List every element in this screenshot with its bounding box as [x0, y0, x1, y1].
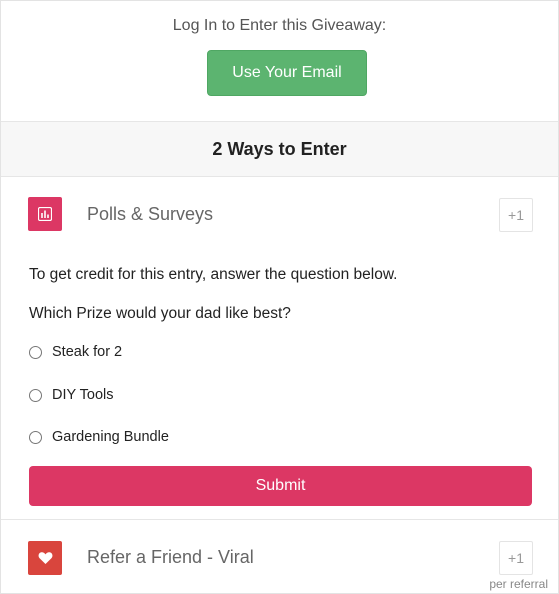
per-referral-note: per referral: [489, 577, 548, 591]
ways-to-enter-header: 2 Ways to Enter: [1, 121, 558, 177]
option-label: DIY Tools: [52, 387, 114, 403]
login-prompt: Log In to Enter this Giveaway:: [172, 17, 387, 34]
poll-question: Which Prize would your dad like best?: [29, 305, 291, 322]
heart-icon: [28, 541, 62, 575]
entry-instruction: To get credit for this entry, answer the…: [29, 266, 398, 283]
divider: [1, 519, 558, 520]
bar-chart-icon: [28, 197, 62, 231]
entry-title-refer[interactable]: Refer a Friend - Viral: [87, 547, 254, 568]
option-label: Gardening Bundle: [52, 429, 169, 445]
radio-button[interactable]: [29, 388, 42, 402]
option-label: Steak for 2: [52, 344, 123, 360]
entry-title-polls[interactable]: Polls & Surveys: [87, 204, 213, 225]
radio-button[interactable]: [29, 430, 42, 444]
submit-button[interactable]: Submit: [29, 466, 532, 506]
use-email-button[interactable]: Use Your Email: [207, 50, 367, 96]
poll-option-gardening[interactable]: Gardening Bundle: [29, 427, 169, 447]
giveaway-widget: Log In to Enter this Giveaway: Use Your …: [0, 0, 559, 594]
poll-option-diy-tools[interactable]: DIY Tools: [29, 385, 114, 405]
poll-option-steak[interactable]: Steak for 2: [29, 342, 122, 362]
points-badge: +1: [499, 198, 533, 232]
points-badge: +1: [499, 541, 533, 575]
radio-button[interactable]: [29, 345, 42, 359]
